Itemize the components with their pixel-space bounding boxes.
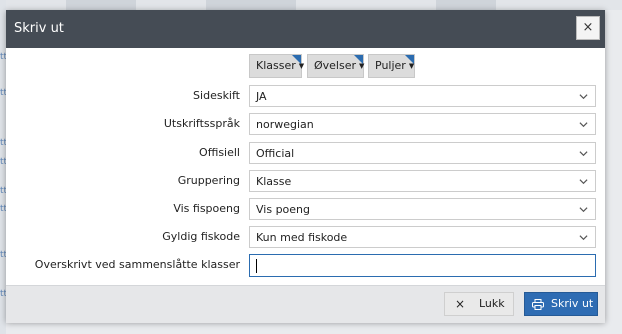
filter-puljer-button[interactable]: Puljer ▼: [368, 54, 415, 78]
filter-active-marker: [405, 55, 414, 64]
gyldig-fiskode-select[interactable]: Kun med fiskode: [249, 226, 596, 248]
select-value: Kun med fiskode: [256, 231, 348, 244]
chevron-down-icon: [579, 151, 588, 157]
offisiell-select[interactable]: Official: [249, 142, 596, 164]
filter-active-marker: [354, 55, 363, 64]
select-value: Official: [256, 147, 295, 160]
sideskift-select[interactable]: JA: [249, 85, 596, 107]
utskriftssprak-select[interactable]: norwegian: [249, 113, 596, 135]
chevron-down-icon: [579, 94, 588, 100]
overskrivt-input[interactable]: [250, 255, 595, 276]
chevron-down-icon: [579, 122, 588, 128]
field-label: Sideskift: [193, 89, 240, 102]
dialog-title: Skriv ut: [14, 21, 64, 36]
filter-label: Puljer: [375, 59, 406, 72]
close-icon[interactable]: ×: [576, 16, 600, 40]
field-row-gruppering: Gruppering Klasse: [6, 170, 605, 192]
filter-active-marker: [292, 55, 301, 64]
filter-label: Klasser: [256, 59, 296, 72]
printer-icon: [532, 299, 544, 310]
print-button[interactable]: Skriv ut: [524, 292, 598, 316]
field-label: Utskriftsspråk: [163, 117, 240, 130]
filter-ovelser-button[interactable]: Øvelser ▼: [307, 54, 364, 78]
text-cursor: [256, 259, 257, 273]
field-row-utskriftssprak: Utskriftsspråk norwegian: [6, 113, 605, 135]
chevron-down-icon: [579, 179, 588, 185]
gruppering-select[interactable]: Klasse: [249, 170, 596, 192]
chevron-down-icon: [579, 235, 588, 241]
field-row-sideskift: Sideskift JA: [6, 85, 605, 107]
dialog-footer: × Lukk Skriv ut: [6, 285, 605, 323]
select-value: norwegian: [256, 118, 314, 131]
close-button-label: Lukk: [479, 297, 505, 310]
field-row-gyldig-fiskode: Gyldig fiskode Kun med fiskode: [6, 226, 605, 248]
print-button-label: Skriv ut: [551, 297, 594, 310]
field-row-vis-fispoeng: Vis fispoeng Vis poeng: [6, 198, 605, 220]
filter-label: Øvelser: [314, 59, 357, 72]
vis-fispoeng-select[interactable]: Vis poeng: [249, 198, 596, 220]
select-value: JA: [256, 90, 267, 103]
chevron-down-icon: [579, 207, 588, 213]
select-value: Vis poeng: [256, 203, 311, 216]
field-label: Gruppering: [177, 174, 240, 187]
field-row-overskrivt: Overskrivt ved sammenslåtte klasser: [6, 254, 605, 277]
overskrivt-field[interactable]: [249, 254, 596, 277]
print-dialog: Skriv ut × Klasser ▼ Øvelser ▼ Puljer ▼ Sid…: [6, 10, 605, 323]
field-label: Gyldig fiskode: [162, 230, 240, 243]
close-button[interactable]: × Lukk: [444, 292, 514, 316]
field-label: Offisiell: [199, 146, 240, 159]
close-icon: ×: [455, 297, 466, 311]
filter-klasser-button[interactable]: Klasser ▼: [249, 54, 304, 78]
background-header: [6, 0, 622, 10]
select-value: Klasse: [256, 175, 292, 188]
field-label: Overskrivt ved sammenslåtte klasser: [34, 258, 240, 271]
dialog-titlebar: Skriv ut ×: [6, 10, 605, 48]
field-label: Vis fispoeng: [173, 202, 240, 215]
field-row-offisiell: Offisiell Official: [6, 142, 605, 164]
